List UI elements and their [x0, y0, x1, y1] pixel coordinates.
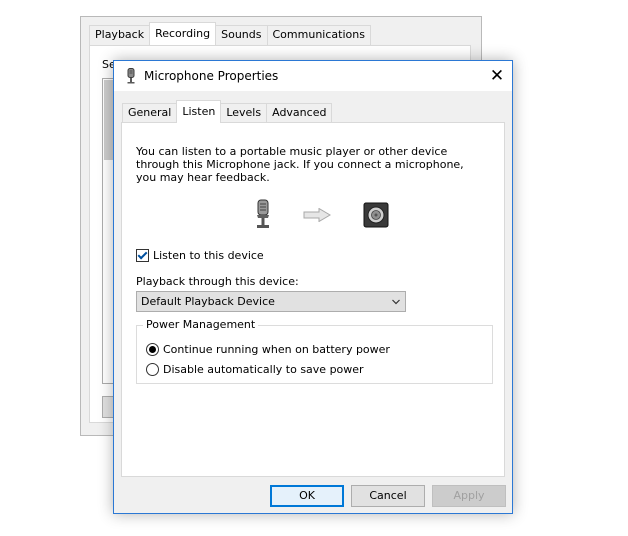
microphone-properties-dialog: Microphone Properties ✕ General Listen L… — [113, 60, 513, 514]
cancel-button[interactable]: Cancel — [351, 485, 425, 507]
continue-running-radio[interactable] — [146, 343, 159, 356]
device-list-scrollbar[interactable] — [104, 80, 113, 160]
playback-device-select[interactable]: Default Playback Device — [136, 291, 406, 312]
listen-checkbox-label[interactable]: Listen to this device — [153, 249, 264, 262]
disable-automatically-option[interactable]: Disable automatically to save power — [146, 363, 364, 376]
disable-automatically-radio[interactable] — [146, 363, 159, 376]
tab-advanced[interactable]: Advanced — [266, 103, 333, 123]
arrow-right-icon — [303, 208, 331, 222]
dialog-title: Microphone Properties — [144, 69, 279, 83]
disable-automatically-label[interactable]: Disable automatically to save power — [163, 363, 364, 376]
playback-device-value: Default Playback Device — [141, 295, 275, 308]
microphone-icon — [127, 68, 135, 84]
microphone-icon — [257, 199, 269, 228]
tab-listen[interactable]: Listen — [176, 100, 222, 123]
listen-checkbox[interactable] — [136, 249, 149, 262]
continue-running-option[interactable]: Continue running when on battery power — [146, 343, 390, 356]
listen-description: You can listen to a portable music playe… — [136, 145, 464, 184]
listen-page: You can listen to a portable music playe… — [121, 122, 505, 477]
apply-button[interactable]: Apply — [432, 485, 506, 507]
close-button[interactable]: ✕ — [482, 61, 512, 91]
speaker-icon — [363, 202, 389, 228]
tab-communications[interactable]: Communications — [266, 25, 371, 45]
power-management-group: Power Management Continue running when o… — [136, 318, 493, 384]
playback-device-label: Playback through this device: — [136, 275, 299, 288]
properties-tabs: General Listen Levels Advanced — [122, 99, 333, 123]
listen-checkbox-row[interactable]: Listen to this device — [136, 249, 264, 262]
ok-button[interactable]: OK — [270, 485, 344, 507]
sound-tabs: Playback Recording Sounds Communications — [89, 22, 371, 45]
tab-sounds[interactable]: Sounds — [215, 25, 268, 45]
continue-running-label[interactable]: Continue running when on battery power — [163, 343, 390, 356]
tab-levels[interactable]: Levels — [220, 103, 268, 123]
title-bar[interactable]: Microphone Properties ✕ — [114, 61, 512, 91]
tab-general[interactable]: General — [122, 103, 178, 123]
chevron-down-icon — [392, 299, 400, 305]
tab-playback[interactable]: Playback — [89, 25, 151, 45]
power-management-legend: Power Management — [143, 318, 259, 331]
tab-recording[interactable]: Recording — [149, 22, 217, 45]
